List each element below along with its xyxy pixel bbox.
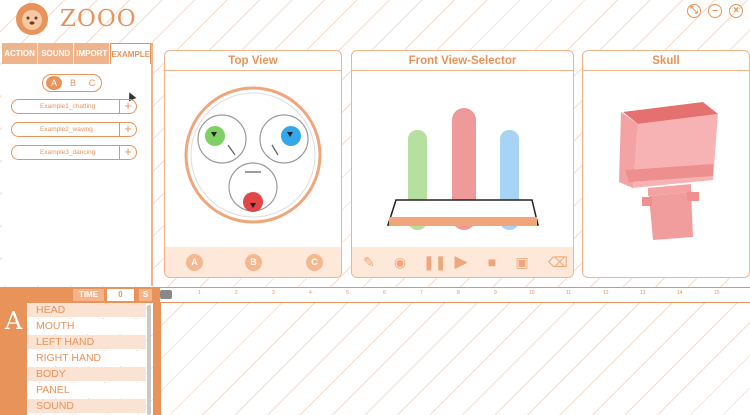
- seconds-label: S: [139, 289, 152, 301]
- minimize-icon[interactable]: –: [708, 4, 722, 18]
- playhead-handle[interactable]: [160, 290, 172, 299]
- segment-selector: A B C: [42, 74, 102, 92]
- tab-bar: ACTION SOUND IMPORT EXAMPLE: [2, 43, 151, 64]
- view-c-button[interactable]: C: [306, 254, 323, 271]
- view-a-button[interactable]: A: [186, 254, 203, 271]
- lion-logo-icon: [16, 3, 48, 35]
- close-icon[interactable]: ×: [729, 4, 743, 18]
- track-body[interactable]: BODY: [28, 367, 146, 382]
- app-title: ZOOO: [60, 6, 137, 32]
- segment-a[interactable]: A: [46, 76, 62, 90]
- trash-icon[interactable]: ⌫: [548, 254, 568, 270]
- stop-icon[interactable]: ■: [484, 254, 500, 270]
- pen-icon[interactable]: ✎: [361, 254, 377, 270]
- front-view-panel: Front View-Selector ✎ ◉ ❚❚ ▶ ■ ▣ ⌫: [351, 50, 574, 278]
- segment-c[interactable]: C: [84, 76, 100, 90]
- eye-icon[interactable]: ◉: [392, 254, 408, 270]
- add-icon[interactable]: +: [119, 99, 136, 114]
- ruler-tick: 15: [714, 290, 720, 296]
- tab-example[interactable]: EXAMPLE: [110, 43, 151, 64]
- ruler-tick: 2: [235, 290, 238, 296]
- track-scrollbar[interactable]: [147, 305, 151, 415]
- ruler-tick: 13: [640, 290, 646, 296]
- ruler-tick: 7: [420, 290, 423, 296]
- ruler-tick: 12: [603, 290, 609, 296]
- tab-import[interactable]: IMPORT: [74, 43, 111, 64]
- example-item[interactable]: Example1_chatting +: [11, 99, 137, 114]
- save-icon[interactable]: ▣: [514, 254, 530, 270]
- ruler-tick: 11: [566, 290, 572, 296]
- title-bar: ZOOO ⤡ – ×: [0, 0, 750, 38]
- tab-sound[interactable]: SOUND: [38, 43, 75, 64]
- track-right-hand[interactable]: RIGHT HAND: [28, 351, 146, 366]
- top-view-title: Top View: [165, 51, 341, 71]
- ruler-tick: 1: [198, 290, 201, 296]
- ruler-tick: 14: [677, 290, 683, 296]
- ruler-tick: 9: [494, 290, 497, 296]
- top-view-panel: Top View A B C: [164, 50, 342, 278]
- example-item[interactable]: Example2_waving +: [11, 122, 137, 137]
- example-label: Example1_chatting: [40, 103, 96, 110]
- top-view-diagram[interactable]: [165, 72, 342, 250]
- ruler-tick: 4: [309, 290, 312, 296]
- track-head[interactable]: HEAD: [28, 303, 146, 318]
- front-view-diagram[interactable]: [352, 72, 574, 247]
- time-label: TIME: [73, 289, 104, 301]
- top-view-footer: A B C: [165, 247, 341, 277]
- skull-3d-model[interactable]: [583, 72, 750, 277]
- segment-b[interactable]: B: [65, 76, 81, 90]
- left-panel: ACTION SOUND IMPORT EXAMPLE A B C Exampl…: [2, 43, 153, 286]
- view-b-button[interactable]: B: [245, 254, 262, 271]
- restore-icon[interactable]: ⤡: [687, 4, 701, 18]
- track-left-hand[interactable]: LEFT HAND: [28, 335, 146, 350]
- ruler-tick: 3: [272, 290, 275, 296]
- front-view-footer: ✎ ◉ ❚❚ ▶ ■ ▣ ⌫: [352, 247, 573, 277]
- track-panel[interactable]: PANEL: [28, 383, 146, 398]
- example-item[interactable]: Example3_dancing +: [11, 145, 137, 160]
- add-icon[interactable]: +: [119, 122, 136, 137]
- ruler-tick: 5: [346, 290, 349, 296]
- example-label: Example2_waving: [40, 126, 93, 133]
- track-sound[interactable]: SOUND: [28, 399, 146, 414]
- time-value[interactable]: 0: [107, 289, 134, 301]
- channel-letter: A: [0, 303, 27, 415]
- pause-icon[interactable]: ❚❚: [423, 254, 446, 270]
- ruler-tick: 6: [383, 290, 386, 296]
- play-icon[interactable]: ▶: [453, 253, 469, 270]
- example-label: Example3_dancing: [40, 149, 96, 156]
- skull-panel: Skull: [582, 50, 750, 278]
- front-view-title: Front View-Selector: [352, 51, 573, 71]
- tab-action[interactable]: ACTION: [2, 43, 39, 64]
- timeline-separator: [153, 303, 161, 415]
- time-ruler[interactable]: 1 2 3 4 5 6 7 8 9 10 11 12 13 14 15: [160, 288, 750, 302]
- ruler-tick: 10: [529, 290, 535, 296]
- track-mouth[interactable]: MOUTH: [28, 319, 146, 334]
- add-icon[interactable]: +: [119, 145, 136, 160]
- ruler-tick: 8: [457, 290, 460, 296]
- skull-title: Skull: [583, 51, 749, 71]
